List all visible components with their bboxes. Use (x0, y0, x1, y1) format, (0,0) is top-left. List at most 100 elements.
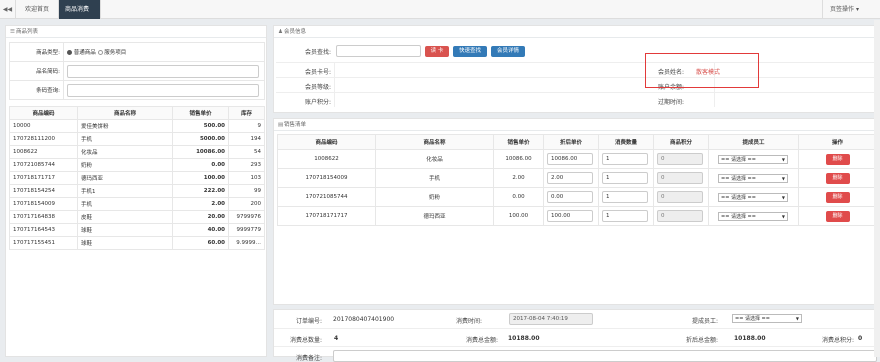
page-scrollbar[interactable] (874, 20, 880, 357)
product-filter-form: 商品类型: 普通商品 服务项目 品名简码: 条码查询: (9, 42, 265, 100)
employee-select-value: == 请选择 == (721, 194, 756, 201)
product-name-cell: 手机 (77, 132, 173, 146)
total-qty-label: 消费总数量: (289, 337, 322, 344)
staff-select-value: == 请选择 == (735, 316, 770, 322)
discount-price-input[interactable]: 100.00 (547, 210, 593, 222)
sales-price-cell: 0.00 (493, 187, 544, 207)
tab-operations-dropdown[interactable]: 页签操作 ▾ (822, 0, 880, 19)
sales-list-title: 销售清单 (284, 122, 307, 128)
member-info-header: ♟会员信息 (274, 26, 879, 38)
points-input: 0 (657, 210, 703, 222)
total-qty-value: 4 (334, 335, 339, 342)
delete-button[interactable]: 删除 (825, 210, 850, 222)
card-number-label: 会员卡号: (304, 69, 331, 76)
product-row[interactable]: 170728111200 手机 5000.00 194 (9, 132, 265, 146)
sale-price-cell: 5000.00 (172, 132, 229, 146)
product-row[interactable]: 170721085744 奶粉 0.00 293 (9, 158, 265, 172)
delete-button[interactable]: 删除 (825, 153, 850, 165)
col-price: 销售单价 (493, 134, 544, 150)
member-detail-button[interactable]: 会员详情 (491, 46, 525, 57)
employee-select[interactable]: == 请选择 == ▼ (718, 154, 788, 164)
product-row[interactable]: 170717164543 球鞋 40.00 9999779 (9, 223, 265, 237)
sales-name-cell: 手机 (375, 168, 494, 188)
caret-down-icon: ▼ (795, 316, 799, 321)
consumption-time-label: 消费时间: (455, 318, 482, 325)
col-points: 商品积分 (653, 134, 709, 150)
total-points-value: 0 (858, 335, 863, 342)
quantity-input[interactable]: 1 (602, 172, 648, 184)
sales-name-cell: 德玛西亚 (375, 206, 494, 226)
sales-row: 170718171717 德玛西亚 100.00 100.00 1 0 == 请选择 == ▼… (277, 206, 877, 226)
product-name-cell: 球鞋 (77, 223, 173, 237)
sale-price-cell: 20.00 (172, 210, 229, 224)
sales-name-cell: 化妆品 (375, 149, 494, 169)
radio-service-item[interactable] (97, 50, 103, 55)
product-row[interactable]: 1008622 化妆品 10086.00 54 (9, 145, 265, 159)
employee-select[interactable]: == 请选择 == ▼ (718, 173, 788, 183)
product-code-cell: 170721085744 (9, 158, 78, 172)
quantity-input[interactable]: 1 (602, 210, 648, 222)
consumption-time-input[interactable]: 2017-08-04 7:40:19 (509, 313, 593, 325)
sales-code-cell: 170721085744 (277, 187, 376, 207)
stock-cell: 9 (228, 119, 265, 133)
sales-row: 1008622 化妆品 10086.00 10086.00 1 0 == 请选择 == ▼ 删除 (277, 149, 877, 169)
caret-down-icon: ▼ (781, 175, 785, 181)
sale-price-cell: 40.00 (172, 223, 229, 237)
product-row[interactable]: 170718154009 手机 2.00 200 (9, 197, 265, 211)
product-code-input[interactable] (67, 64, 259, 78)
delete-button[interactable]: 删除 (825, 191, 850, 203)
product-name-cell: 爱佳美饼粉 (77, 119, 173, 133)
read-card-button[interactable]: 读 卡 (425, 46, 449, 57)
employee-select[interactable]: == 请选择 == ▼ (718, 211, 788, 221)
discount-price-input[interactable]: 2.00 (547, 172, 593, 184)
sale-price-cell: 2.00 (172, 197, 229, 211)
staff-label: 提成员工: (691, 318, 718, 325)
staff-select[interactable]: == 请选择 == ▼ (732, 314, 802, 323)
stock-cell: 9799976 (228, 210, 265, 224)
discount-price-input[interactable]: 0.00 (547, 191, 593, 203)
radio-service-item-label: 服务项目 (104, 50, 127, 56)
quantity-input[interactable]: 1 (602, 153, 648, 165)
product-name-cell: 化妆品 (77, 145, 173, 159)
col-stock: 库存 (228, 106, 265, 120)
quick-search-button[interactable]: 快速查找 (453, 46, 487, 57)
tab-scroll-left-button[interactable]: ◀◀ (0, 0, 16, 19)
caret-down-icon: ▼ (781, 156, 785, 162)
member-search-label: 会员查找: (304, 49, 331, 56)
product-row[interactable]: 170718154254 手机1 222.00 99 (9, 184, 265, 198)
remark-input[interactable] (333, 350, 877, 362)
radio-normal-goods[interactable] (67, 50, 72, 55)
product-code-cell: 170717155451 (9, 236, 78, 250)
sales-list-panel: ▤销售清单 商品编码 商品名称 销售单价 折后单价 消费数量 商品积分 提成员工… (273, 118, 880, 305)
employee-select[interactable]: == 请选择 == ▼ (718, 192, 788, 202)
product-list-title: 商品列表 (16, 29, 39, 35)
stock-cell: 293 (228, 158, 265, 172)
sale-price-cell: 222.00 (172, 184, 229, 198)
product-row[interactable]: 10000 爱佳美饼粉 500.00 9 (9, 119, 265, 133)
discount-price-input[interactable]: 10086.00 (547, 153, 593, 165)
tab-product-consumption[interactable]: 商品消费 × (59, 0, 101, 32)
product-code-cell: 170728111200 (9, 132, 78, 146)
product-row[interactable]: 170718171717 德玛西亚 100.00 103 (9, 171, 265, 185)
col-discount-price: 折后单价 (543, 134, 599, 150)
product-row[interactable]: 170717155451 球鞋 60.00 9.9999… (9, 236, 265, 250)
sales-price-cell: 10086.00 (493, 149, 544, 169)
quantity-input[interactable]: 1 (602, 191, 648, 203)
delete-button[interactable]: 删除 (825, 172, 850, 184)
barcode-input[interactable] (67, 83, 259, 97)
sales-list-header: ▤销售清单 (274, 119, 879, 131)
sales-price-cell: 2.00 (493, 168, 544, 188)
sales-code-cell: 1008622 (277, 149, 376, 169)
member-search-input[interactable] (336, 45, 421, 57)
discount-total-label: 折后总金额: (685, 337, 718, 344)
highlight-box (645, 53, 759, 88)
tab-home[interactable]: 欢迎首页 (16, 0, 59, 19)
product-name-cell: 德玛西亚 (77, 171, 173, 185)
sales-price-cell: 100.00 (493, 206, 544, 226)
product-row[interactable]: 170717164838 皮鞋 20.00 9799976 (9, 210, 265, 224)
employee-select-value: == 请选择 == (721, 175, 756, 182)
total-points-label: 消费总积分: (821, 337, 854, 344)
stock-cell: 9.9999… (228, 236, 265, 250)
member-info-panel: ♟会员信息 会员查找: 读 卡 快速查找 会员详情 会员卡号: 会员等级: 账户… (273, 25, 880, 113)
stock-cell: 9999779 (228, 223, 265, 237)
